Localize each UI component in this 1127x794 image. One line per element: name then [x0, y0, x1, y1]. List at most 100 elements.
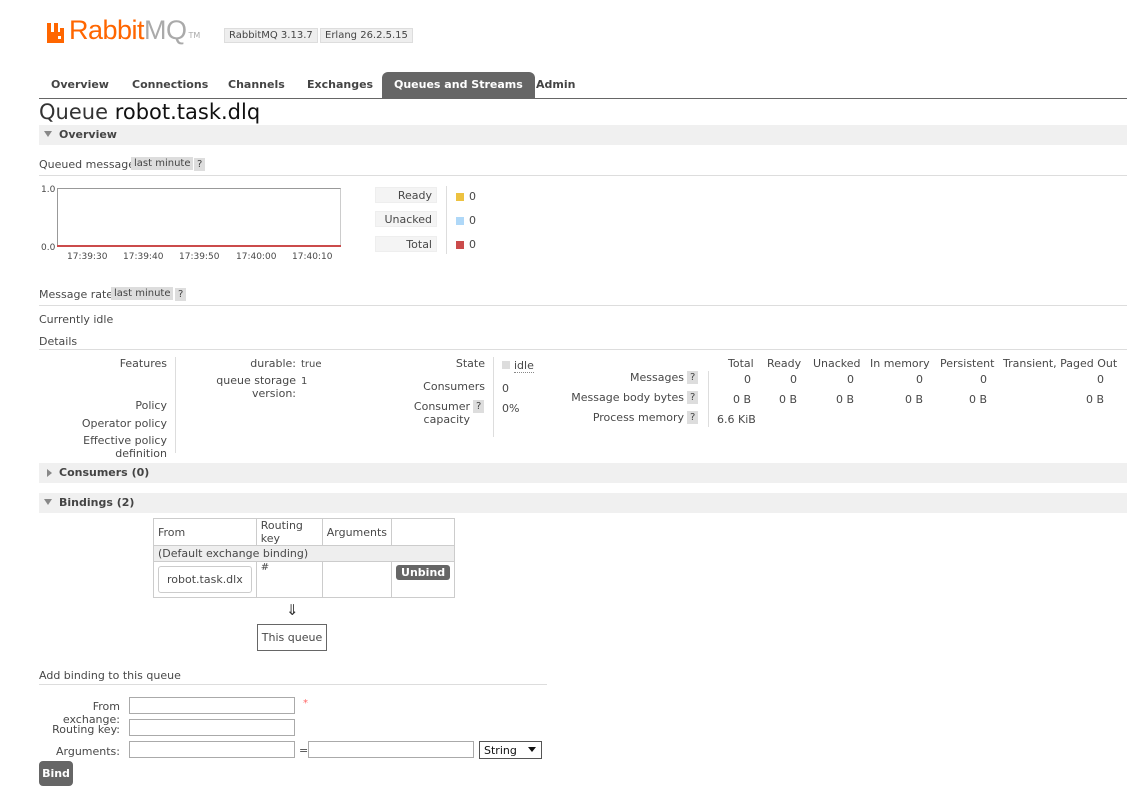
- add-binding-title: Add binding to this queue: [39, 669, 181, 682]
- table-row: robot.task.dlx # Unbind: [153, 561, 456, 598]
- routing-key-label: Routing key:: [52, 723, 120, 736]
- tab-exchanges[interactable]: Exchanges: [295, 72, 385, 98]
- chart-x-tick: 17:39:40: [123, 252, 164, 262]
- messages-transient: 0: [1097, 373, 1104, 386]
- argument-type-select[interactable]: String: [479, 741, 542, 759]
- messages-in-memory: 0: [916, 373, 923, 386]
- body-bytes-help-icon[interactable]: ?: [687, 391, 699, 404]
- stats-header-total: Total: [728, 357, 754, 370]
- state-label: State: [455, 357, 485, 370]
- chart-total-line: [57, 245, 341, 247]
- default-binding-label: (Default exchange binding): [152, 545, 456, 562]
- message-rates-help-icon[interactable]: ?: [175, 288, 187, 301]
- messages-persistent: 0: [980, 373, 987, 386]
- binding-arguments: [321, 561, 393, 598]
- bindings-header-row: From Routing key Arguments: [153, 518, 456, 546]
- binding-exchange-link[interactable]: robot.task.dlx: [158, 566, 252, 593]
- tab-overview[interactable]: Overview: [39, 72, 121, 98]
- consumer-capacity-label: Consumer capacity: [413, 400, 470, 426]
- message-rates-header: Message rates last minute ?: [39, 287, 1127, 306]
- bindings-section-toggle[interactable]: Bindings (2): [39, 493, 1127, 513]
- legend-ready-label[interactable]: Ready: [375, 187, 437, 203]
- durable-key: durable:: [250, 357, 296, 370]
- queued-messages-header: Queued messages last minute ?: [39, 157, 1127, 176]
- process-memory-value: 6.6 KiB: [717, 413, 756, 426]
- queued-messages-chart: 1.0 0.0 17:39:30 17:39:40 17:39:50 17:40…: [39, 183, 349, 268]
- body-bytes-in-memory: 0 B: [904, 393, 923, 406]
- state-value: idle: [514, 359, 534, 373]
- expand-triangle-icon: [44, 131, 52, 137]
- body-bytes-unacked: 0 B: [835, 393, 854, 406]
- features-label: Features: [119, 357, 167, 370]
- queued-messages-range[interactable]: last minute: [131, 157, 194, 170]
- overview-section-toggle[interactable]: Overview: [39, 125, 1127, 145]
- stats-header-ready: Ready: [767, 357, 802, 370]
- stats-header-persistent: Persistent: [940, 357, 995, 370]
- unbind-button[interactable]: Unbind: [396, 565, 451, 580]
- required-mark: *: [303, 698, 308, 709]
- message-rates-label: Message rates: [39, 288, 119, 301]
- details-divider: [175, 357, 176, 453]
- queued-messages-label: Queued messages: [39, 158, 141, 171]
- legend-unacked-label[interactable]: Unacked: [375, 211, 437, 227]
- chart-x-tick: 17:39:50: [179, 252, 220, 262]
- this-queue-box: This queue: [257, 624, 327, 651]
- storage-version-key: queue storage version:: [216, 374, 296, 400]
- legend-total-value: 0: [456, 238, 476, 251]
- storage-version-value: 1: [301, 376, 308, 387]
- tab-connections[interactable]: Connections: [120, 72, 220, 98]
- argument-key-input[interactable]: [129, 741, 295, 758]
- stats-header-in-memory: In memory: [870, 357, 930, 370]
- chart-y-max-label: 1.0: [41, 185, 56, 195]
- consumers-label: Consumers: [423, 380, 485, 393]
- page-title-prefix: Queue: [39, 100, 108, 124]
- legend-total-label[interactable]: Total: [375, 236, 437, 252]
- tab-channels[interactable]: Channels: [216, 72, 297, 98]
- consumers-section-label: Consumers (0): [59, 466, 150, 479]
- body-bytes-transient: 0 B: [1085, 393, 1104, 406]
- messages-help-icon[interactable]: ?: [687, 371, 699, 384]
- effective-policy-label: Effective policy definition: [83, 434, 167, 460]
- bindings-section-label: Bindings (2): [59, 496, 135, 509]
- process-memory-help-icon[interactable]: ?: [687, 411, 699, 424]
- consumer-capacity-value: 0%: [502, 402, 520, 415]
- consumers-section-toggle[interactable]: Consumers (0): [39, 463, 1127, 483]
- chart-x-tick: 17:40:10: [292, 252, 333, 262]
- bind-button[interactable]: Bind: [39, 761, 73, 786]
- queued-messages-help-icon[interactable]: ?: [194, 158, 206, 171]
- chart-plot-area: [57, 188, 341, 247]
- logo-text-rabbit: Rabbit: [69, 15, 145, 45]
- logo-tm: TM: [188, 31, 201, 40]
- consumer-capacity-help-icon[interactable]: ?: [473, 400, 485, 413]
- routing-key-input[interactable]: [129, 719, 295, 736]
- chart-y-min-label: 0.0: [41, 243, 56, 253]
- down-arrow-icon: ⇓: [286, 601, 299, 619]
- body-bytes-total: 0 B: [732, 393, 751, 406]
- body-bytes-label: Message body bytes: [571, 391, 684, 404]
- idle-status-text: Currently idle: [39, 313, 114, 326]
- equals-sign: =: [299, 744, 309, 757]
- idle-state-icon: [502, 361, 510, 369]
- bindings-header-actions: [391, 518, 456, 546]
- tab-admin[interactable]: Admin: [524, 72, 587, 98]
- messages-total: 0: [744, 373, 751, 386]
- tab-queues-and-streams[interactable]: Queues and Streams: [382, 72, 535, 98]
- body-bytes-ready: 0 B: [778, 393, 797, 406]
- bindings-table: From Routing key Arguments (Default exch…: [152, 518, 456, 598]
- ready-swatch: [456, 193, 464, 201]
- page-title: Queue robot.task.dlq: [39, 100, 260, 124]
- default-binding-row: (Default exchange binding): [152, 545, 456, 562]
- queue-name: robot.task.dlq: [114, 100, 261, 124]
- from-exchange-input[interactable]: [129, 697, 295, 714]
- body-bytes-persistent: 0 B: [968, 393, 987, 406]
- chart-x-tick: 17:40:00: [236, 252, 277, 262]
- main-nav-tabs: Overview Connections Channels Exchanges …: [39, 72, 1127, 99]
- rabbitmq-logo-icon: [47, 23, 64, 43]
- messages-ready: 0: [790, 373, 797, 386]
- binding-routing-key: #: [255, 561, 323, 598]
- binding-actions-cell: Unbind: [391, 561, 456, 598]
- process-memory-label: Process memory: [592, 411, 684, 424]
- message-rates-range[interactable]: last minute: [111, 287, 174, 300]
- argument-value-input[interactable]: [308, 741, 474, 758]
- rabbitmq-logo[interactable]: Rabbit MQ TM: [46, 12, 200, 44]
